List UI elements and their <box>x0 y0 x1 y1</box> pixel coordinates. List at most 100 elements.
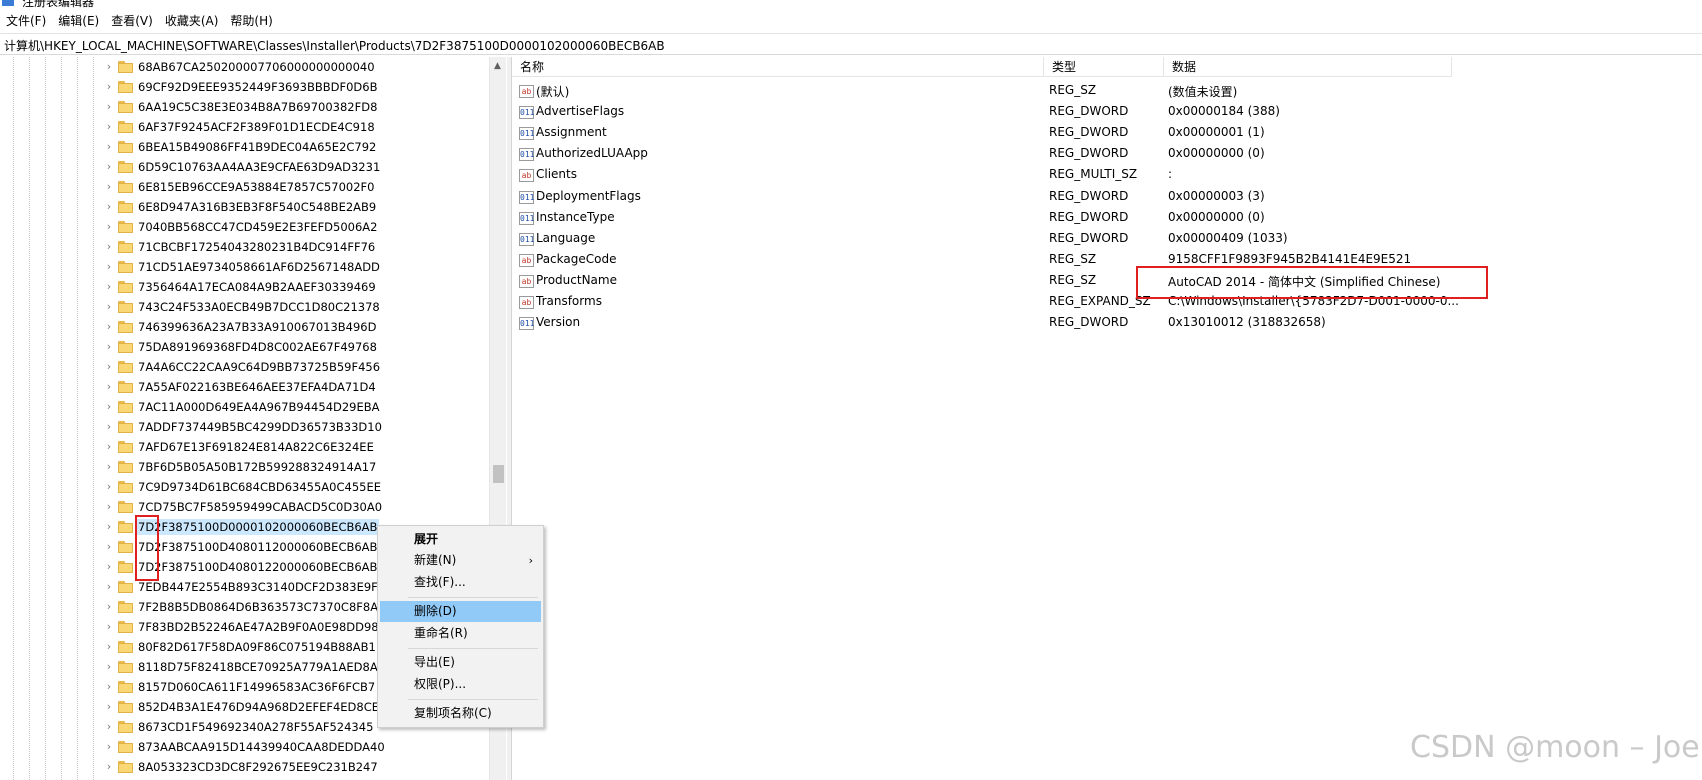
expand-chevron-icon[interactable]: › <box>103 201 115 213</box>
expand-chevron-icon[interactable]: › <box>103 621 115 633</box>
expand-chevron-icon[interactable]: › <box>103 601 115 613</box>
value-type: REG_MULTI_SZ <box>1049 167 1138 182</box>
expand-chevron-icon[interactable]: › <box>103 121 115 133</box>
expand-chevron-icon[interactable]: › <box>103 681 115 693</box>
expand-chevron-icon[interactable]: › <box>103 721 115 733</box>
address-bar[interactable]: 计算机\HKEY_LOCAL_MACHINE\SOFTWARE\Classes\… <box>0 33 1702 55</box>
regedit-app-icon <box>2 0 14 6</box>
value-row[interactable]: 011 AuthorizedLUAApp REG_DWORD 0x00000000 (… <box>512 144 1452 165</box>
tree-item-label: 8118D75F82418BCE70925A779A1AED8A <box>138 660 378 674</box>
value-type: REG_DWORD <box>1049 209 1129 224</box>
menu-item-permissions[interactable]: 权限(P)... <box>380 674 541 695</box>
folder-icon <box>118 621 133 633</box>
menu-item-new[interactable]: 新建(N) › <box>380 550 541 571</box>
expand-chevron-icon[interactable]: › <box>103 481 115 493</box>
tree-item[interactable]: › 746399636A23A7B33A910067013B496D <box>0 317 470 337</box>
tree-item[interactable]: › 7356464A17ECA084A9B2AAEF30339469 <box>0 277 470 297</box>
menu-item-delete[interactable]: 删除(D) <box>380 601 541 622</box>
expand-chevron-icon[interactable]: › <box>103 341 115 353</box>
expand-chevron-icon[interactable]: › <box>103 521 115 533</box>
column-type[interactable]: 类型 <box>1044 57 1164 77</box>
expand-chevron-icon[interactable]: › <box>103 401 115 413</box>
value-row[interactable]: 011 Language REG_DWORD 0x00000409 (1033) <box>512 229 1452 250</box>
tree-item-label: 7D2F3875100D0000102000060BECB6AB <box>136 519 380 535</box>
expand-chevron-icon[interactable]: › <box>103 61 115 73</box>
value-row[interactable]: 011 Assignment REG_DWORD 0x00000001 (1) <box>512 123 1452 144</box>
tree-item[interactable]: › 6BEA15B49086FF41B9DEC04A65E2C792 <box>0 137 470 157</box>
tree-item[interactable]: › 6E8D947A316B3EB3F8F540C548BE2AB9 <box>0 197 470 217</box>
expand-chevron-icon[interactable]: › <box>103 221 115 233</box>
tree-item[interactable]: › 7ADDF737449B5BC4299DD36573B33D10 <box>0 417 470 437</box>
address-path[interactable]: 计算机\HKEY_LOCAL_MACHINE\SOFTWARE\Classes\… <box>4 37 665 54</box>
expand-chevron-icon[interactable]: › <box>103 81 115 93</box>
tree-item[interactable]: › 71CBCBF17254043280231B4DC914FF76 <box>0 237 470 257</box>
tree-item[interactable]: › 873AABCAA915D14439940CAA8DEDDA40 <box>0 737 470 757</box>
tree-item[interactable]: › 8A053323CD3DC8F292675EE9C231B247 <box>0 757 470 777</box>
menu-item-rename[interactable]: 重命名(R) <box>380 623 541 644</box>
expand-chevron-icon[interactable]: › <box>103 381 115 393</box>
expand-chevron-icon[interactable]: › <box>103 321 115 333</box>
scroll-up-icon[interactable]: ▲ <box>494 61 501 71</box>
expand-chevron-icon[interactable]: › <box>103 181 115 193</box>
value-row[interactable]: 011 DeploymentFlags REG_DWORD 0x00000003 (3… <box>512 187 1452 208</box>
tree-item[interactable]: › 7A55AF022163BE646AEE37EFA4DA71D4 <box>0 377 470 397</box>
expand-chevron-icon[interactable]: › <box>103 241 115 253</box>
folder-icon <box>118 321 133 333</box>
tree-item[interactable]: › 7A4A6CC22CAA9C64D9BB73725B59F456 <box>0 357 470 377</box>
value-row[interactable]: 011 AdvertiseFlags REG_DWORD 0x00000184 (38… <box>512 102 1452 123</box>
menu-item-export[interactable]: 导出(E) <box>380 652 541 673</box>
value-row[interactable]: ab (默认) REG_SZ (数值未设置) <box>512 81 1452 102</box>
tree-item[interactable]: › 75DA891969368FD4D8C002AE67F49768 <box>0 337 470 357</box>
expand-chevron-icon[interactable]: › <box>103 641 115 653</box>
expand-chevron-icon[interactable]: › <box>103 281 115 293</box>
menu-item-find[interactable]: 查找(F)... <box>380 572 541 593</box>
tree-item[interactable]: › 68AB67CA250200007706000000000040 <box>0 57 470 77</box>
expand-chevron-icon[interactable]: › <box>103 261 115 273</box>
menu-item-expand[interactable]: 展开 <box>380 529 541 550</box>
expand-chevron-icon[interactable]: › <box>103 361 115 373</box>
tree-item[interactable]: › 6AA19C5C38E3E034B8A7B69700382FD8 <box>0 97 470 117</box>
expand-chevron-icon[interactable]: › <box>103 701 115 713</box>
tree-item[interactable]: › 7AC11A000D649EA4A967B94454D29EBA <box>0 397 470 417</box>
column-name[interactable]: 名称 <box>512 57 1044 77</box>
tree-item[interactable]: › 71CD51AE9734058661AF6D2567148ADD <box>0 257 470 277</box>
expand-chevron-icon[interactable]: › <box>103 561 115 573</box>
expand-chevron-icon[interactable]: › <box>103 141 115 153</box>
value-row[interactable]: 011 InstanceType REG_DWORD 0x00000000 (0) <box>512 208 1452 229</box>
expand-chevron-icon[interactable]: › <box>103 421 115 433</box>
expand-chevron-icon[interactable]: › <box>103 441 115 453</box>
expand-chevron-icon[interactable]: › <box>103 461 115 473</box>
expand-chevron-icon[interactable]: › <box>103 301 115 313</box>
menu-help[interactable]: 帮助(H) <box>224 11 278 32</box>
expand-chevron-icon[interactable]: › <box>103 661 115 673</box>
value-row[interactable]: ab Clients REG_MULTI_SZ: <box>512 165 1452 186</box>
tree-item-label: 6E815EB96CCE9A53884E7857C57002F0 <box>138 180 375 194</box>
menu-edit[interactable]: 编辑(E) <box>52 11 105 32</box>
expand-chevron-icon[interactable]: › <box>103 161 115 173</box>
tree-item[interactable]: › 6AF37F9245ACF2F389F01D1ECDE4C918 <box>0 117 470 137</box>
expand-chevron-icon[interactable]: › <box>103 741 115 753</box>
tree-item[interactable]: › 69CF92D9EEE9352449F3693BBBDF0D6B <box>0 77 470 97</box>
folder-icon <box>118 581 133 593</box>
tree-item[interactable]: › 6D59C10763AA4AA3E9CFAE63D9AD3231 <box>0 157 470 177</box>
folder-icon <box>118 81 133 93</box>
menu-favorites[interactable]: 收藏夹(A) <box>159 11 225 32</box>
value-row[interactable]: 011 Version REG_DWORD 0x13010012 (318832658… <box>512 313 1452 334</box>
tree-item[interactable]: › 7040BB568CC47CD459E2E3FEFD5006A2 <box>0 217 470 237</box>
tree-item[interactable]: › 7BF6D5B05A50B172B599288324914A17 <box>0 457 470 477</box>
expand-chevron-icon[interactable]: › <box>103 581 115 593</box>
tree-item[interactable]: › 6E815EB96CCE9A53884E7857C57002F0 <box>0 177 470 197</box>
expand-chevron-icon[interactable]: › <box>103 501 115 513</box>
expand-chevron-icon[interactable]: › <box>103 541 115 553</box>
column-data[interactable]: 数据 <box>1164 57 1452 77</box>
tree-item[interactable]: › 7C9D9734D61BC684CBD63455A0C455EE <box>0 477 470 497</box>
menu-item-copy-key-name[interactable]: 复制项名称(C) <box>380 703 541 724</box>
menu-file[interactable]: 文件(F) <box>0 11 52 32</box>
tree-item[interactable]: › 743C24F533A0ECB49B7DCC1D80C21378 <box>0 297 470 317</box>
tree-item[interactable]: › 7CD75BC7F585959499CABACD5C0D30A0 <box>0 497 470 517</box>
scrollbar-thumb[interactable] <box>493 465 504 483</box>
tree-item[interactable]: › 7AFD67E13F691824E814A822C6E324EE <box>0 437 470 457</box>
menu-view[interactable]: 查看(V) <box>105 11 159 32</box>
expand-chevron-icon[interactable]: › <box>103 101 115 113</box>
expand-chevron-icon[interactable]: › <box>103 761 115 773</box>
